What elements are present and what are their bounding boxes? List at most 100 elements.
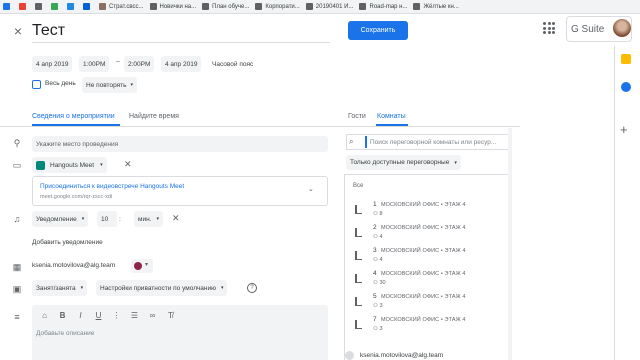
doc-icon: [149, 3, 157, 10]
rooms-group-label: Все: [353, 183, 364, 189]
close-icon[interactable]: ×: [11, 24, 25, 38]
bookmark-8[interactable]: Новички на...: [147, 0, 200, 13]
all-day-checkbox[interactable]: [32, 80, 41, 89]
numbered-list-icon[interactable]: ⋮: [112, 311, 121, 320]
location-input[interactable]: Укажите место проведения: [32, 136, 328, 152]
privacy-select[interactable]: Настройки приватности по умолчанию ▾: [96, 280, 228, 296]
add-notification-link[interactable]: Добавить уведомление: [32, 239, 103, 246]
link-icon[interactable]: ∞: [148, 311, 157, 320]
notification-value-input[interactable]: 10: [97, 211, 117, 227]
chevron-down-icon[interactable]: ⌄: [308, 185, 314, 193]
notification-type-select[interactable]: Уведомление ▾: [32, 211, 89, 227]
room-number: 1: [373, 201, 377, 208]
bookmark-1[interactable]: [0, 0, 16, 13]
doc-icon: [413, 3, 421, 10]
bookmark-label: Страт.свсс...: [109, 3, 144, 10]
attachment-icon[interactable]: ⌂: [40, 311, 49, 320]
avatar[interactable]: [613, 19, 631, 37]
bold-icon[interactable]: B: [58, 311, 67, 320]
notification-type-label: Уведомление: [36, 215, 77, 223]
bookmark-9[interactable]: План обуче...: [199, 0, 252, 13]
tab-rooms[interactable]: Комнаты: [377, 113, 406, 120]
timezone-button[interactable]: Часовой пояс: [208, 56, 258, 72]
remove-notification-icon[interactable]: ✕: [172, 213, 180, 224]
apps-grid-icon[interactable]: [543, 22, 555, 34]
bookmark-10[interactable]: Корпорати...: [252, 0, 302, 13]
room-item[interactable]: 2 МОСКОВСКИЙ ОФИС • ЭТАЖ 4 ⚇ 4: [352, 223, 510, 246]
doc-icon: [202, 3, 210, 10]
repeat-select[interactable]: Не повторять ▾: [82, 77, 138, 93]
tab-event-details[interactable]: Сведения о мероприятии: [32, 113, 115, 120]
room-capacity: ⚇ 3: [373, 326, 383, 332]
keep-icon[interactable]: [621, 54, 631, 64]
save-button[interactable]: Сохранить: [348, 21, 408, 40]
notification-unit-label: мин.: [138, 215, 152, 223]
end-time-field[interactable]: 2:00PM: [124, 56, 155, 72]
chevron-down-icon: ▾: [130, 82, 134, 88]
meet-url: meet.google.com/rqr-zscc-xdi: [40, 194, 113, 200]
underline-icon[interactable]: U: [94, 311, 103, 320]
notification-unit-select[interactable]: мин. ▾: [134, 211, 164, 227]
bookmark-5[interactable]: [64, 0, 80, 13]
end-date-field[interactable]: 4 апр 2019: [161, 56, 202, 72]
guest-avatar: [345, 351, 354, 360]
bookmark-13[interactable]: Жёлтые кн...: [410, 0, 461, 13]
room-search-placeholder: Поиск переговорной комнаты или ресур...: [370, 138, 497, 146]
search-icon: ⌕: [349, 137, 354, 146]
meet-details-card: [32, 176, 328, 206]
remove-conference-icon[interactable]: ✕: [124, 159, 132, 170]
color-swatch: [134, 262, 142, 270]
bookmark-3[interactable]: [32, 0, 48, 13]
bookmark-label: Жёлтые кн...: [423, 3, 459, 10]
chevron-down-icon: ▾: [80, 285, 84, 291]
busy-status-select[interactable]: Занят/занята ▾: [32, 280, 88, 296]
room-number: 4: [373, 270, 377, 277]
bookmark-2[interactable]: [16, 0, 32, 13]
room-item[interactable]: 4 МОСКОВСКИЙ ОФИС • ЭТАЖ 4 ⚇ 30: [352, 269, 510, 292]
bookmark-7[interactable]: Страт.свсс...: [96, 0, 147, 13]
clear-formatting-icon[interactable]: T̸: [166, 311, 175, 320]
bookmark-label: План обуче...: [212, 3, 250, 10]
hangouts-meet-icon: [36, 160, 45, 170]
bell-icon: ♫: [13, 214, 21, 224]
room-item[interactable]: 1 МОСКОВСКИЙ ОФИС • ЭТАЖ 4 ⚇ 8: [352, 200, 510, 223]
start-date-field[interactable]: 4 апр 2019: [32, 56, 73, 72]
doc-icon: [359, 3, 367, 10]
rooms-scrollbar[interactable]: [508, 128, 512, 360]
event-title-input[interactable]: Тест: [32, 22, 65, 40]
door-icon: [355, 297, 362, 306]
bookmark-4[interactable]: [48, 0, 64, 13]
bookmark-11[interactable]: 20190401 И...: [303, 0, 357, 13]
italic-icon[interactable]: I: [76, 311, 85, 320]
help-icon[interactable]: ?: [247, 283, 257, 293]
conference-select[interactable]: Hangouts Meet ▾: [32, 157, 107, 173]
tab-guests[interactable]: Гости: [348, 113, 366, 120]
room-item[interactable]: 7 МОСКОВСКИЙ ОФИС • ЭТАЖ 4 ⚇ 3: [352, 315, 510, 338]
start-time-field[interactable]: 1:00PM: [79, 56, 110, 72]
bookmark-12[interactable]: Road-map н...: [356, 0, 410, 13]
conference-label: Hangouts Meet: [50, 161, 95, 169]
room-item[interactable]: 3 МОСКОВСКИЙ ОФИС • ЭТАЖ 4 ⚇ 4: [352, 246, 510, 269]
door-icon: [355, 205, 362, 214]
room-capacity-value: 3: [379, 303, 383, 309]
room-number: 3: [373, 247, 377, 254]
bookmark-6[interactable]: [80, 0, 96, 13]
room-location: МОСКОВСКИЙ ОФИС • ЭТАЖ 4: [381, 317, 466, 323]
calendar-icon: ▦: [12, 262, 22, 272]
room-search-input[interactable]: Поиск переговорной комнаты или ресур...: [346, 134, 512, 150]
date-separator: –: [116, 58, 120, 65]
tab-find-time[interactable]: Найдите время: [129, 113, 179, 120]
bookmark-label: Новички на...: [159, 3, 197, 10]
room-capacity: ⚇ 8: [373, 211, 383, 217]
bulleted-list-icon[interactable]: ☰: [130, 311, 139, 320]
bookmark-label: Корпорати...: [265, 3, 300, 10]
room-location: МОСКОВСКИЙ ОФИС • ЭТАЖ 4: [381, 271, 466, 277]
room-item[interactable]: 5 МОСКОВСКИЙ ОФИС • ЭТАЖ 4 ⚇ 3: [352, 292, 510, 315]
room-filter-select[interactable]: Только доступные переговорные ▾: [346, 155, 461, 170]
event-color-picker[interactable]: ▾: [131, 259, 153, 273]
title-underline: [32, 42, 330, 43]
join-meet-link[interactable]: Присоединиться к видеовстрече Hangouts M…: [40, 183, 184, 190]
tasks-icon[interactable]: [621, 82, 631, 92]
side-panel-rail: [614, 46, 640, 360]
add-addon-icon[interactable]: +: [620, 122, 628, 137]
